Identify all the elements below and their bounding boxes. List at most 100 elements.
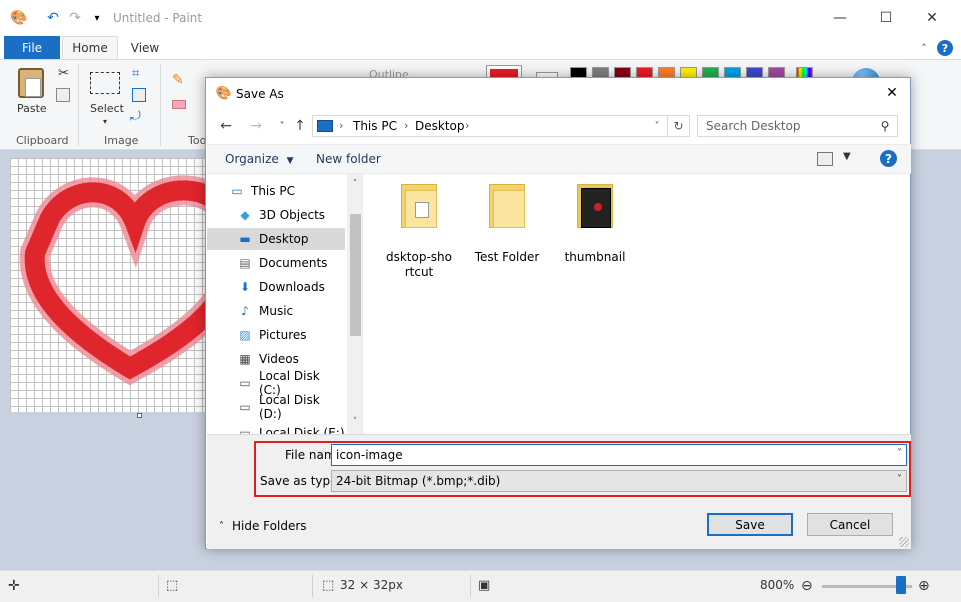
cancel-button[interactable]: Cancel: [807, 513, 893, 536]
scroll-down-icon[interactable]: ˅: [348, 414, 362, 430]
sidebar-item-label: 3D Objects: [259, 208, 326, 222]
rotate-icon[interactable]: ⤾: [130, 109, 141, 124]
ribbon-tabs: File Home View ˄ ?: [0, 36, 961, 59]
search-icon[interactable]: ⚲: [877, 118, 893, 134]
search-input[interactable]: [698, 116, 876, 136]
quick-access-dropdown-icon[interactable]: ▾: [88, 9, 106, 27]
desktop-icon: ▬: [239, 232, 251, 246]
hide-folders-button[interactable]: ˄ Hide Folders: [219, 519, 307, 533]
sidebar-item-music[interactable]: ♪ Music: [207, 300, 345, 322]
breadcrumb-desktop[interactable]: Desktop: [415, 119, 465, 133]
ribbon-divider: [78, 64, 79, 146]
chevron-down-icon[interactable]: ˅: [897, 448, 902, 459]
canvas-size-text: 32 × 32px: [340, 578, 403, 592]
help-icon[interactable]: ?: [880, 150, 897, 167]
sidebar-item-local-disk-e[interactable]: ▭ Local Disk (E:): [207, 422, 345, 434]
maximize-icon[interactable]: ☐: [863, 0, 909, 36]
file-label: Test Folder: [474, 250, 540, 264]
view-options-dropdown-icon[interactable]: ▼: [843, 151, 851, 162]
address-dropdown-icon[interactable]: ˅: [647, 116, 667, 136]
crop-icon[interactable]: ⌗: [132, 66, 139, 81]
forward-arrow-icon[interactable]: →: [246, 116, 266, 136]
dialog-close-icon[interactable]: ✕: [874, 78, 910, 108]
recent-locations-icon[interactable]: ˅: [272, 116, 292, 136]
select-rectangle-icon[interactable]: [90, 72, 120, 94]
close-window-icon[interactable]: ✕: [909, 0, 955, 36]
pencil-icon[interactable]: ✎: [172, 72, 184, 88]
zoom-in-icon[interactable]: ⊕: [918, 578, 930, 594]
chevron-right-icon[interactable]: ›: [404, 119, 408, 132]
sidebar-item-label: Videos: [259, 352, 299, 366]
sidebar-item-videos[interactable]: ▦ Videos: [207, 348, 345, 370]
undo-icon[interactable]: ↶: [44, 9, 62, 27]
sidebar-item-label: Music: [259, 304, 294, 318]
chevron-down-icon[interactable]: ˅: [897, 474, 902, 485]
organize-button[interactable]: Organize ▼: [225, 152, 294, 166]
resize-icon[interactable]: [132, 88, 146, 102]
address-bar[interactable]: › This PC › Desktop › ˅ ↻: [312, 115, 690, 137]
file-name-combobox[interactable]: ˅: [331, 444, 907, 466]
select-dropdown-icon[interactable]: ▾: [103, 117, 107, 126]
cut-icon[interactable]: ✂: [58, 66, 69, 81]
paste-clipboard-icon[interactable]: [18, 68, 44, 98]
chevron-right-icon[interactable]: ›: [465, 119, 469, 132]
file-label: dsktop-sho: [385, 250, 452, 264]
refresh-icon[interactable]: ↻: [667, 116, 689, 136]
nav-scrollbar-thumb[interactable]: [350, 214, 361, 336]
search-box[interactable]: ⚲: [697, 115, 898, 137]
sidebar-item-label: Documents: [259, 256, 328, 270]
computer-icon: [317, 120, 333, 132]
sidebar-item-pictures[interactable]: ▨ Pictures: [207, 324, 345, 346]
copy-icon[interactable]: [56, 88, 70, 102]
canvas-resize-handle[interactable]: [137, 413, 142, 418]
command-bar: Organize ▼ New folder ▼ ?: [207, 144, 911, 174]
change-view-icon[interactable]: [817, 152, 833, 166]
scroll-up-icon[interactable]: ˄: [348, 176, 362, 192]
file-label: thumbnail: [564, 250, 626, 264]
shortcut-document: [415, 202, 429, 218]
sidebar-item-desktop[interactable]: ▬ Desktop: [207, 228, 345, 250]
sidebar-item-label: Downloads: [259, 280, 325, 294]
collapse-ribbon-icon[interactable]: ˄: [916, 40, 932, 56]
redo-icon[interactable]: ↷: [66, 9, 84, 27]
dialog-title: Save As: [236, 87, 284, 101]
breadcrumb-this-pc[interactable]: This PC: [353, 119, 397, 133]
file-name-input[interactable]: [332, 445, 882, 465]
paint-titlebar: 🎨 ↶ ↷ ▾ Untitled - Paint — ☐ ✕: [0, 0, 961, 36]
chevron-right-icon[interactable]: ›: [339, 119, 343, 132]
sidebar-item-3d-objects[interactable]: ◆ 3D Objects: [207, 204, 345, 226]
tab-file[interactable]: File: [4, 36, 60, 59]
save-button[interactable]: Save: [707, 513, 793, 536]
save-as-dialog: 🎨 Save As ✕ ← → ˅ ↑ › This PC › Desktop …: [205, 77, 911, 549]
tab-view[interactable]: View: [122, 36, 168, 59]
minimize-icon[interactable]: —: [817, 0, 863, 36]
zoom-level: 800%: [760, 578, 795, 592]
group-label-tools: Too: [188, 134, 207, 147]
sidebar-item-local-disk-d[interactable]: ▭ Local Disk (D:): [207, 393, 345, 421]
sidebar-item-label: Local Disk (E:): [259, 426, 345, 434]
paste-button[interactable]: Paste: [17, 102, 47, 115]
sidebar-item-documents[interactable]: ▤ Documents: [207, 252, 345, 274]
sidebar-item-this-pc[interactable]: ▭ This PC: [207, 180, 345, 202]
sidebar-item-local-disk-c[interactable]: ▭ Local Disk (C:): [207, 369, 345, 397]
file-label: rtcut: [404, 265, 434, 279]
sidebar-item-label: This PC: [251, 184, 295, 198]
up-arrow-icon[interactable]: ↑: [290, 116, 310, 136]
folder-thumbnail-icon: [577, 184, 613, 228]
resize-grip-icon[interactable]: [899, 537, 909, 547]
select-button[interactable]: Select: [90, 102, 124, 115]
sidebar-item-downloads[interactable]: ⬇ Downloads: [207, 276, 345, 298]
zoom-out-icon[interactable]: ⊖: [801, 578, 813, 594]
zoom-slider-thumb[interactable]: [896, 576, 906, 594]
folder-icon: [489, 184, 525, 228]
back-arrow-icon[interactable]: ←: [216, 116, 236, 136]
save-as-type-select[interactable]: 24-bit Bitmap (*.bmp;*.dib) ˅: [331, 470, 907, 492]
thumbnail-preview: [581, 188, 611, 228]
new-folder-button[interactable]: New folder: [316, 152, 381, 166]
paint-app-icon[interactable]: 🎨: [10, 9, 28, 27]
help-icon[interactable]: ?: [937, 40, 953, 56]
eraser-icon[interactable]: [172, 100, 186, 109]
sidebar-item-label: Local Disk (D:): [259, 393, 320, 421]
sidebar-item-label: Pictures: [259, 328, 307, 342]
tab-home[interactable]: Home: [62, 36, 118, 59]
